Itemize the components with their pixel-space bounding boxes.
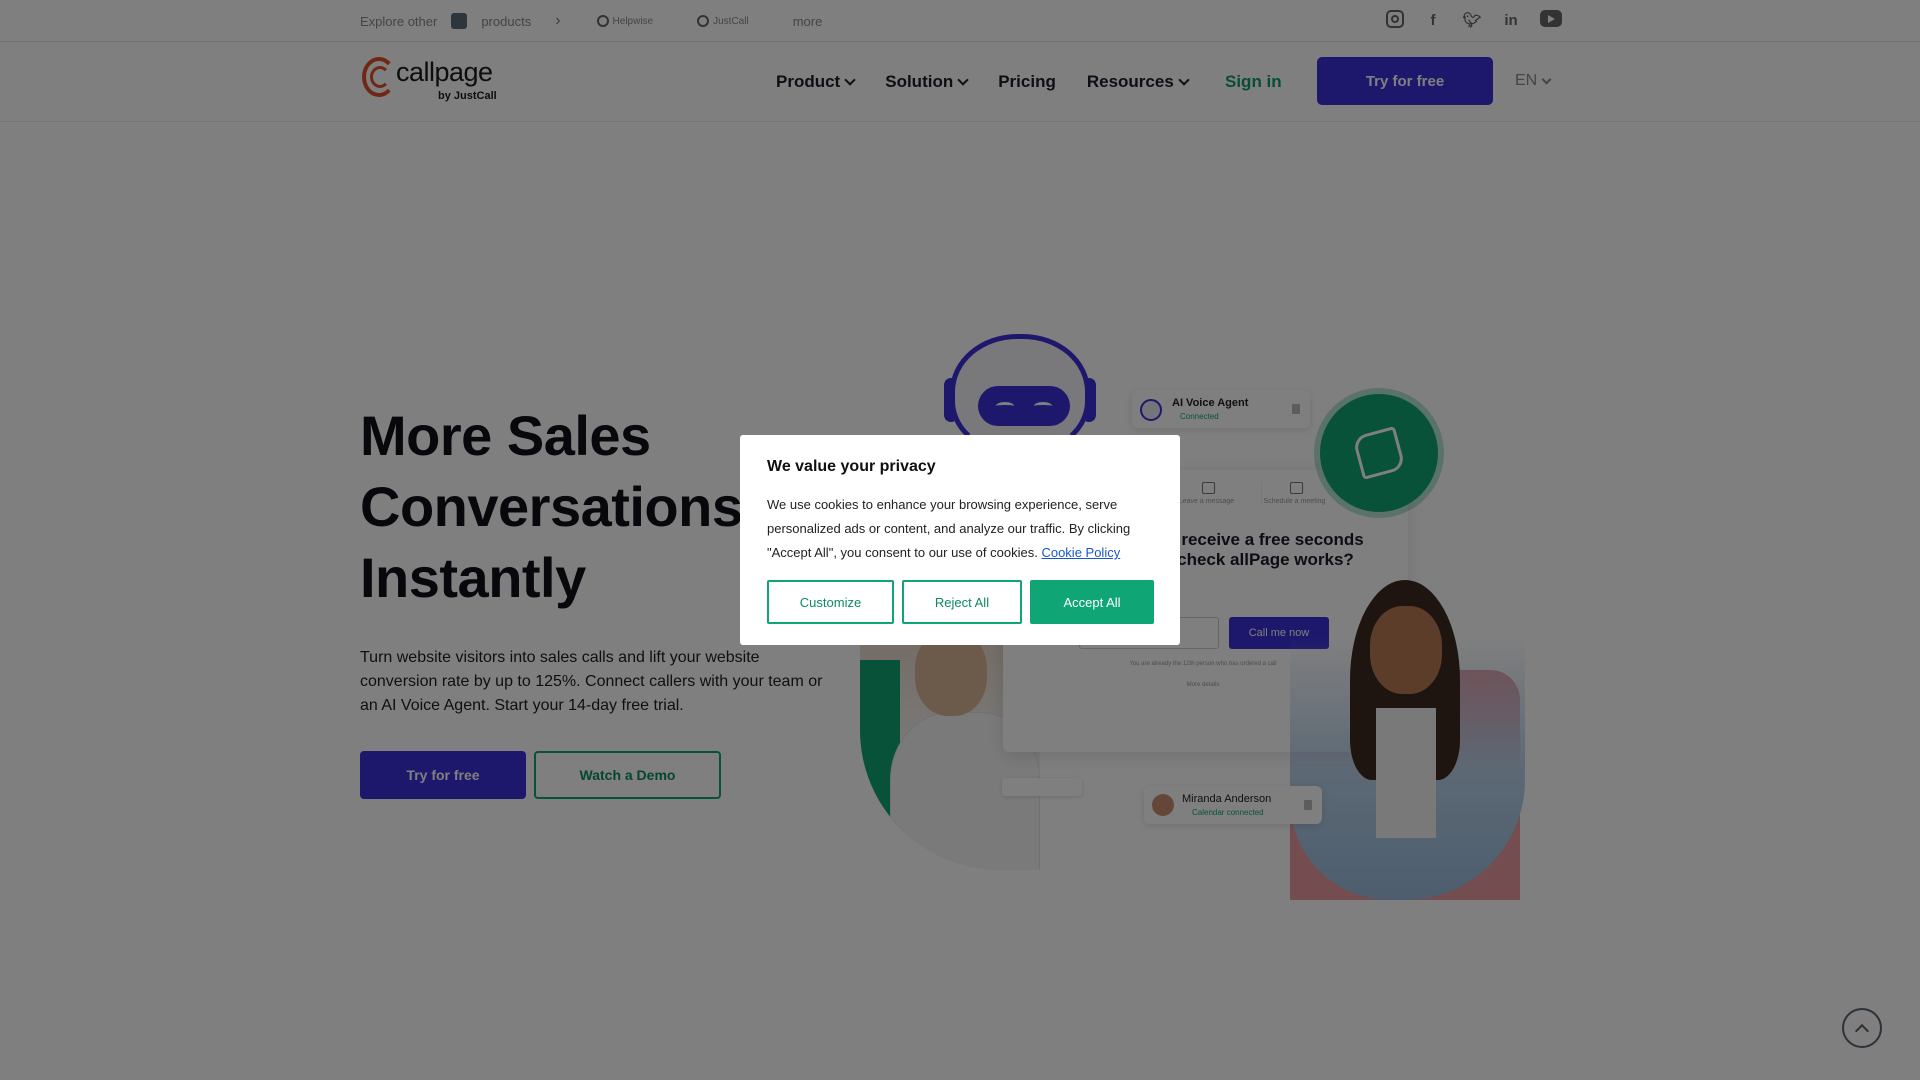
cookie-dialog-body: We use cookies to enhance your browsing … <box>767 493 1159 565</box>
cookie-consent-dialog: We value your privacy We use cookies to … <box>740 435 1180 645</box>
reject-all-button[interactable]: Reject All <box>902 580 1022 624</box>
cookie-dialog-title: We value your privacy <box>767 458 936 475</box>
accept-all-button[interactable]: Accept All <box>1030 580 1154 624</box>
cookie-policy-link[interactable]: Cookie Policy <box>1041 545 1120 560</box>
customize-button[interactable]: Customize <box>767 580 894 624</box>
